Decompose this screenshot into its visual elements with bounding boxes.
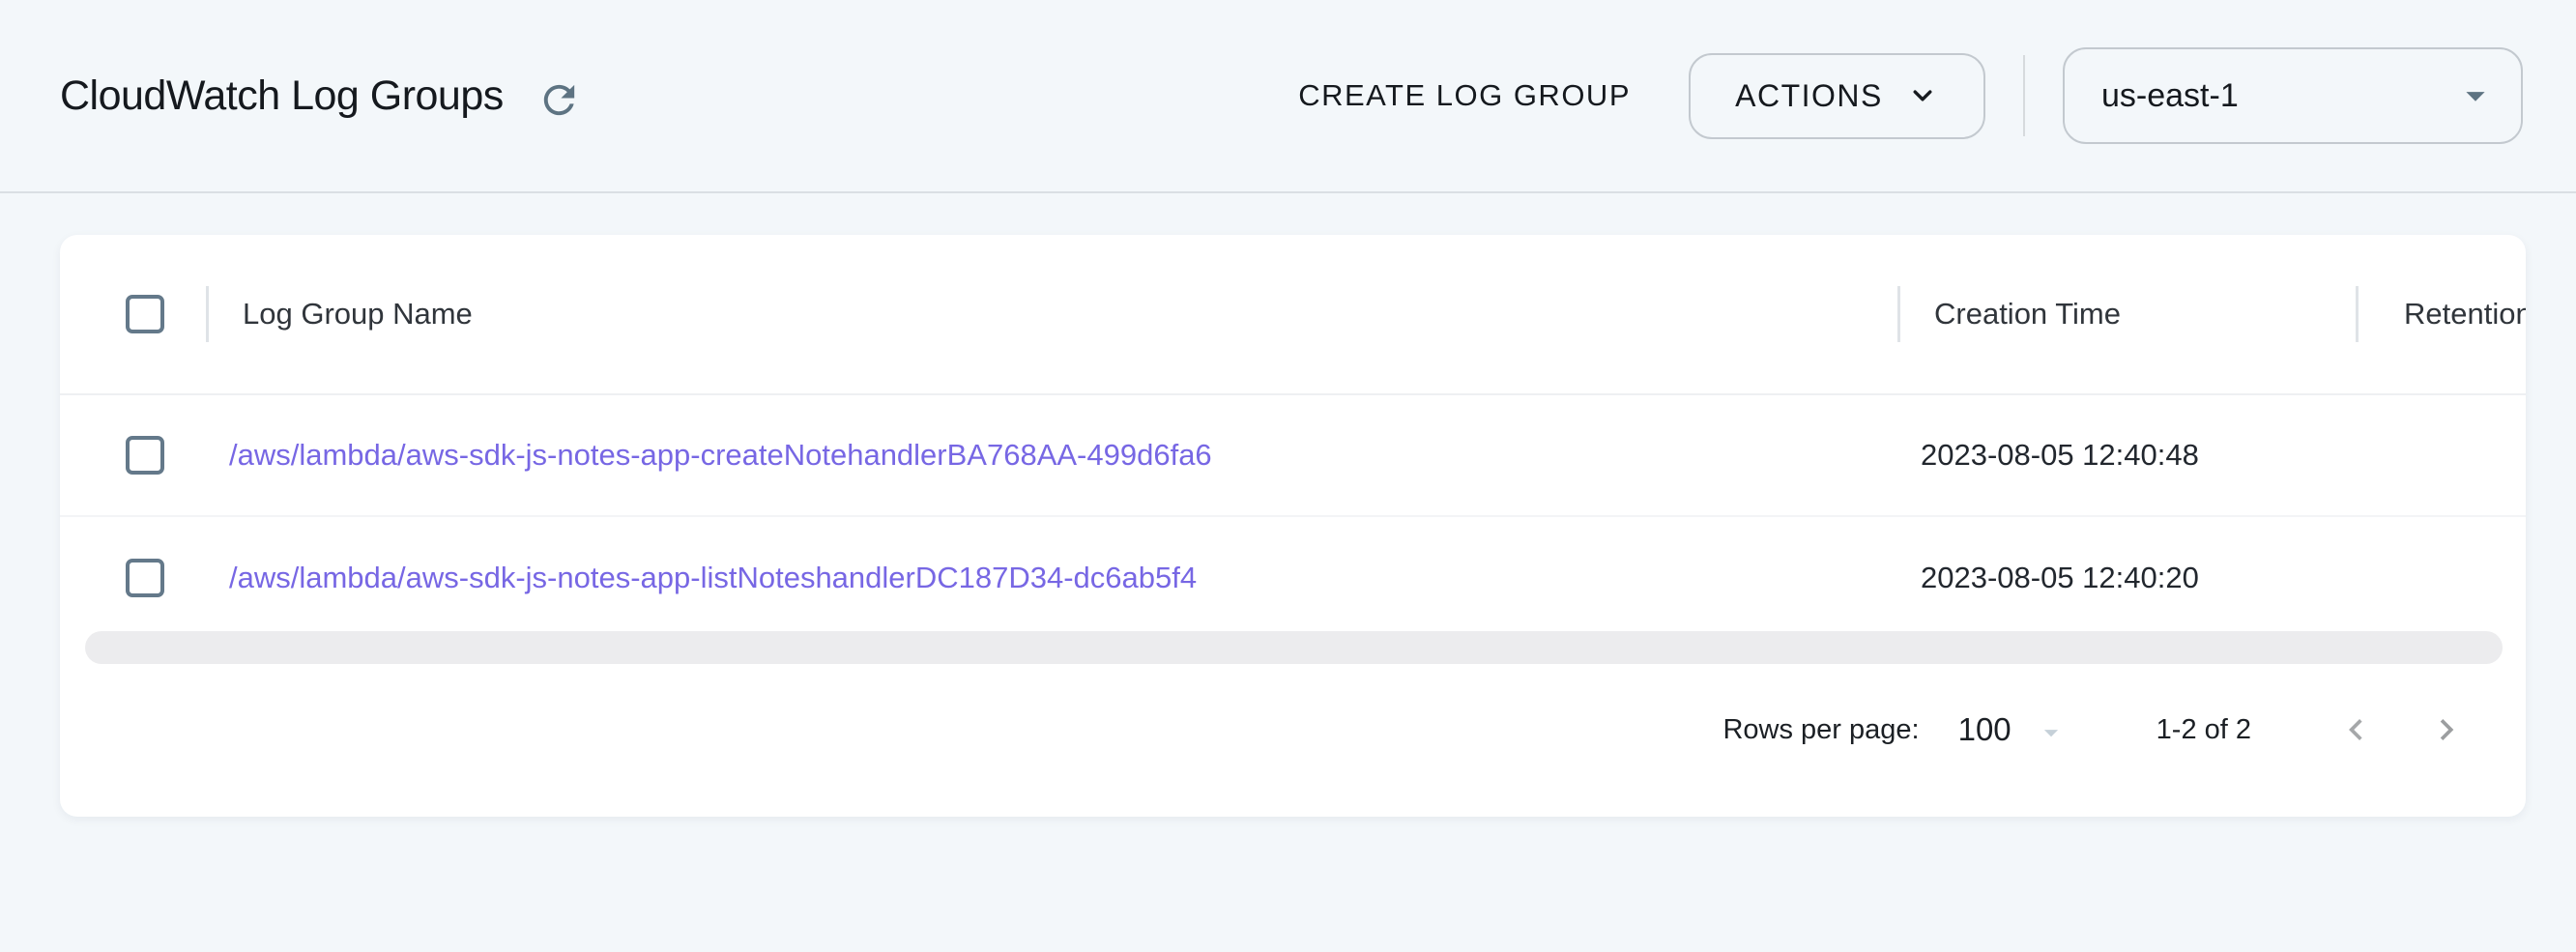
row-checkbox-cell <box>60 559 206 597</box>
region-select-value: us-east-1 <box>2101 77 2239 115</box>
page-title: CloudWatch Log Groups <box>60 72 504 120</box>
log-group-link[interactable]: /aws/lambda/aws-sdk-js-notes-app-listNot… <box>229 561 1197 594</box>
column-header-retention: Retention <box>2356 235 2526 393</box>
chevron-left-icon <box>2334 708 2377 751</box>
rows-per-page-label: Rows per page: <box>1722 714 1919 746</box>
refresh-button[interactable] <box>536 77 582 123</box>
pagination-bar: Rows per page: 100 1-2 of 2 <box>60 691 2526 768</box>
main-content: Log Group Name Creation Time Retention /… <box>0 235 2576 817</box>
actions-button-label: ACTIONS <box>1735 78 1883 114</box>
topbar-divider <box>2023 55 2025 136</box>
header-checkbox-cell <box>60 295 206 333</box>
log-groups-card: Log Group Name Creation Time Retention /… <box>60 235 2526 817</box>
creation-time-cell: 2023-08-05 12:40:48 <box>1897 438 2356 473</box>
row-checkbox-cell <box>60 436 206 475</box>
table-header-row: Log Group Name Creation Time Retention <box>60 235 2526 395</box>
top-bar: CloudWatch Log Groups CREATE LOG GROUP A… <box>0 0 2576 193</box>
chevron-down-icon <box>1906 79 1939 112</box>
actions-button[interactable]: ACTIONS <box>1689 53 1985 139</box>
column-header-creation-time: Creation Time <box>1897 235 2356 393</box>
pagination-range-label: 1-2 of 2 <box>2156 714 2251 746</box>
chevron-right-icon <box>2425 708 2468 751</box>
log-group-name-cell: /aws/lambda/aws-sdk-js-notes-app-createN… <box>206 438 1897 473</box>
triangle-down-icon[interactable] <box>2035 716 2068 749</box>
horizontal-scrollbar-thumb[interactable] <box>85 631 2503 664</box>
select-all-checkbox[interactable] <box>126 295 164 333</box>
column-header-log-group-name: Log Group Name <box>206 235 1897 393</box>
triangle-down-icon <box>2453 73 2498 118</box>
region-select[interactable]: us-east-1 <box>2063 47 2523 144</box>
horizontal-scrollbar <box>60 631 2526 666</box>
table-row: /aws/lambda/aws-sdk-js-notes-app-listNot… <box>60 517 2526 639</box>
create-log-group-button[interactable]: CREATE LOG GROUP <box>1298 78 1631 113</box>
log-group-name-cell: /aws/lambda/aws-sdk-js-notes-app-listNot… <box>206 561 1897 595</box>
refresh-icon <box>536 77 582 123</box>
log-group-link[interactable]: /aws/lambda/aws-sdk-js-notes-app-createN… <box>229 438 1212 472</box>
rows-per-page-select[interactable]: 100 <box>1958 711 2012 748</box>
row-checkbox[interactable] <box>126 436 164 475</box>
table-row: /aws/lambda/aws-sdk-js-notes-app-createN… <box>60 395 2526 517</box>
creation-time-cell: 2023-08-05 12:40:20 <box>1897 561 2356 595</box>
next-page-button[interactable] <box>2425 708 2468 751</box>
previous-page-button[interactable] <box>2334 708 2377 751</box>
row-checkbox[interactable] <box>126 559 164 597</box>
